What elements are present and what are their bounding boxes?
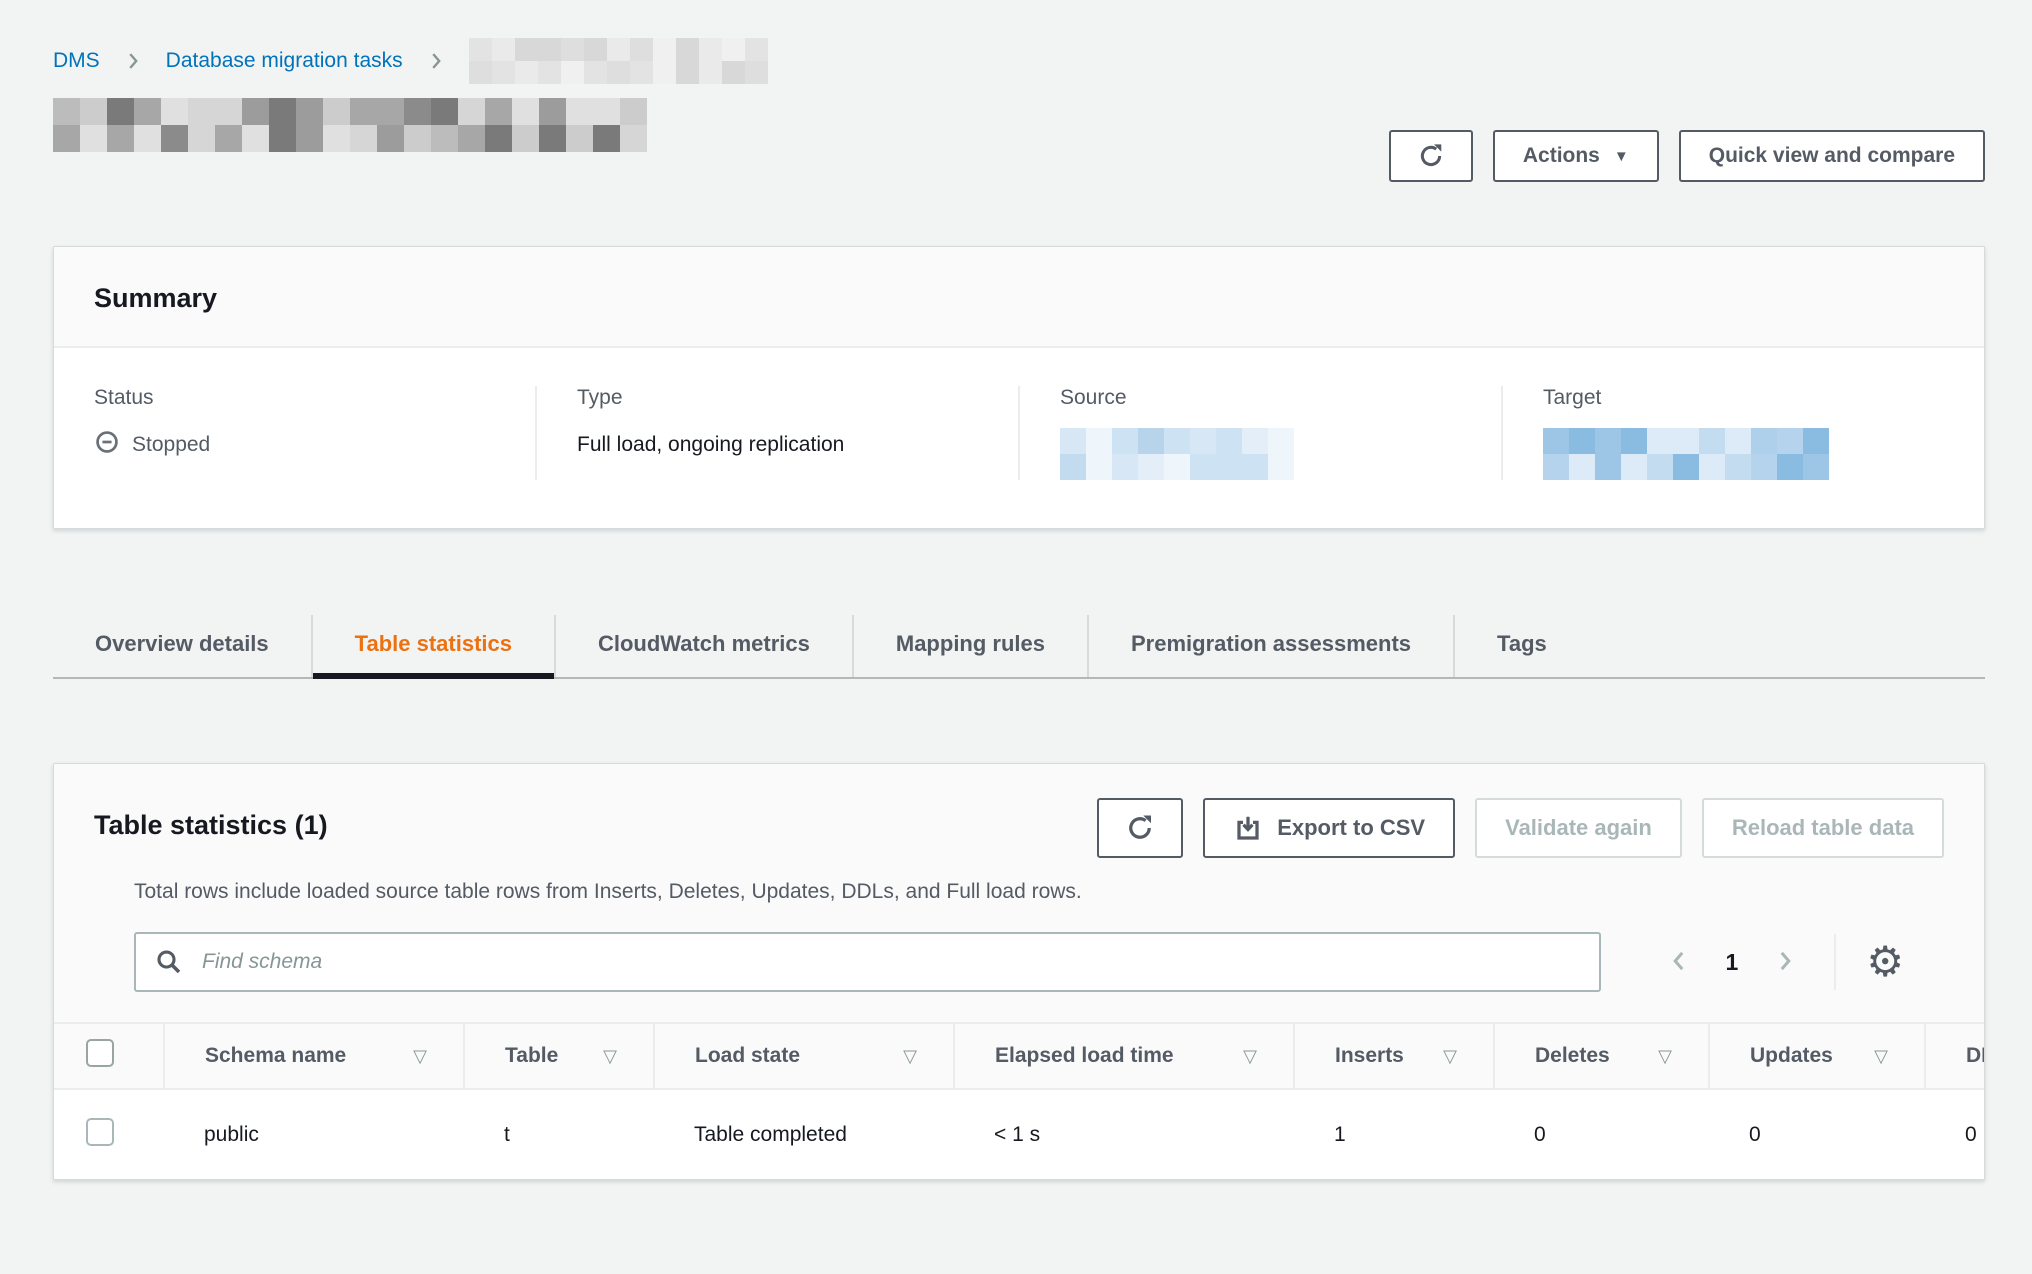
summary-card: Summary Status Stopped Type Full load, o…: [53, 246, 1985, 529]
page-header: Actions ▼ Quick view and compare: [53, 98, 1985, 182]
sort-icon: ▽: [1658, 1046, 1672, 1067]
tab-table-statistics[interactable]: Table statistics: [311, 615, 554, 677]
actions-dropdown-button[interactable]: Actions ▼: [1493, 130, 1659, 182]
sort-icon: ▽: [413, 1046, 427, 1067]
column-header-updates[interactable]: Updates▽: [1709, 1023, 1925, 1089]
header-actions: Actions ▼ Quick view and compare: [1389, 130, 1985, 182]
export-to-csv-button[interactable]: Export to CSV: [1203, 798, 1455, 858]
actions-label: Actions: [1523, 144, 1600, 168]
table-row: public t Table completed < 1 s 1 0 0 0: [54, 1089, 1984, 1179]
table-statistics-description: Total rows include loaded source table r…: [94, 880, 1944, 904]
type-value: Full load, ongoing replication: [577, 428, 978, 462]
gear-icon: ⚙: [1866, 937, 1904, 986]
sort-icon: ▽: [1874, 1046, 1888, 1067]
row-checkbox[interactable]: [86, 1118, 114, 1146]
download-icon: [1233, 813, 1263, 843]
chevron-right-icon: [122, 50, 144, 72]
table-toolbar: 1 ⚙: [94, 904, 1944, 1022]
tab-mapping-rules[interactable]: Mapping rules: [852, 615, 1087, 677]
summary-field-source: Source: [1018, 386, 1501, 480]
search-icon: [154, 947, 184, 982]
table-statistics-title: Table statistics (1): [94, 810, 328, 841]
cell-elapsed-load-time: < 1 s: [954, 1089, 1294, 1179]
cell-inserts: 1: [1294, 1089, 1494, 1179]
table-scroll-area: Schema name▽ Table▽ Load state▽ Elapsed …: [54, 1022, 1984, 1179]
redacted-source-endpoint-link[interactable]: [1060, 428, 1294, 480]
chevron-right-icon: [425, 50, 447, 72]
tab-premigration-assessments[interactable]: Premigration assessments: [1087, 615, 1453, 677]
table-header-row: Schema name▽ Table▽ Load state▽ Elapsed …: [54, 1023, 1984, 1089]
validate-again-button[interactable]: Validate again: [1475, 798, 1682, 858]
summary-field-target: Target: [1501, 386, 1984, 480]
quick-view-and-compare-button[interactable]: Quick view and compare: [1679, 130, 1985, 182]
stopped-icon: [94, 429, 120, 461]
refresh-button[interactable]: [1389, 130, 1473, 182]
cell-schema-name: public: [164, 1089, 464, 1179]
cell-deletes: 0: [1494, 1089, 1709, 1179]
breadcrumb-link-migration-tasks[interactable]: Database migration tasks: [166, 49, 403, 73]
find-schema-input[interactable]: [134, 932, 1601, 992]
tab-overview-details[interactable]: Overview details: [53, 615, 311, 677]
schema-search: [134, 932, 1601, 992]
cell-load-state: Table completed: [654, 1089, 954, 1179]
previous-page-button[interactable]: [1660, 942, 1698, 983]
toolbar-divider: [1834, 934, 1836, 990]
summary-card-header: Summary: [54, 247, 1984, 348]
redacted-task-name-crumb: [469, 38, 768, 84]
refresh-icon: [1125, 813, 1155, 843]
breadcrumb: DMS Database migration tasks: [53, 0, 1985, 84]
refresh-icon: [1417, 142, 1445, 170]
column-header-deletes[interactable]: Deletes▽: [1494, 1023, 1709, 1089]
column-header-ddls[interactable]: DDLs: [1925, 1023, 1984, 1089]
chevron-down-icon: ▼: [1614, 149, 1629, 164]
cell-updates: 0: [1709, 1089, 1925, 1179]
reload-table-data-button[interactable]: Reload table data: [1702, 798, 1944, 858]
status-value: Stopped: [94, 428, 495, 462]
tab-cloudwatch-metrics[interactable]: CloudWatch metrics: [554, 615, 852, 677]
current-page-number: 1: [1704, 949, 1761, 976]
select-all-cell: [54, 1023, 164, 1089]
table-statistics-actions: Export to CSV Validate again Reload tabl…: [1097, 798, 1944, 858]
column-header-schema-name[interactable]: Schema name▽: [164, 1023, 464, 1089]
summary-field-status: Status Stopped: [54, 386, 535, 480]
sort-icon: ▽: [1443, 1046, 1457, 1067]
sort-icon: ▽: [1243, 1046, 1257, 1067]
redacted-target-endpoint-link[interactable]: [1543, 428, 1829, 480]
next-page-button[interactable]: [1766, 942, 1804, 983]
table-refresh-button[interactable]: [1097, 798, 1183, 858]
sort-icon: ▽: [903, 1046, 917, 1067]
column-header-table[interactable]: Table▽: [464, 1023, 654, 1089]
row-select-cell: [54, 1089, 164, 1179]
column-header-elapsed-load-time[interactable]: Elapsed load time▽: [954, 1023, 1294, 1089]
tab-bar: Overview details Table statistics CloudW…: [53, 615, 1985, 679]
redacted-page-title: [53, 98, 647, 152]
summary-field-type: Type Full load, ongoing replication: [535, 386, 1018, 480]
summary-body: Status Stopped Type Full load, ongoing r…: [54, 348, 1984, 528]
column-header-load-state[interactable]: Load state▽: [654, 1023, 954, 1089]
cell-ddls: 0: [1925, 1089, 1984, 1179]
table-settings-button[interactable]: ⚙: [1866, 941, 1904, 983]
dms-task-page: DMS Database migration tasks Actions: [0, 0, 2032, 1274]
tab-tags[interactable]: Tags: [1453, 615, 1589, 677]
summary-title: Summary: [94, 283, 1944, 314]
table-statistics-header: Table statistics (1) Export to CSV: [54, 764, 1984, 1022]
column-header-inserts[interactable]: Inserts▽: [1294, 1023, 1494, 1089]
pagination: 1 ⚙: [1660, 934, 1904, 990]
cell-table: t: [464, 1089, 654, 1179]
breadcrumb-link-dms[interactable]: DMS: [53, 49, 100, 73]
select-all-checkbox[interactable]: [86, 1039, 114, 1067]
table-statistics-table: Schema name▽ Table▽ Load state▽ Elapsed …: [54, 1022, 1984, 1179]
sort-icon: ▽: [603, 1046, 617, 1067]
chevron-right-icon: [1772, 948, 1798, 977]
chevron-left-icon: [1666, 948, 1692, 977]
table-statistics-panel: Table statistics (1) Export to CSV: [53, 763, 1985, 1180]
